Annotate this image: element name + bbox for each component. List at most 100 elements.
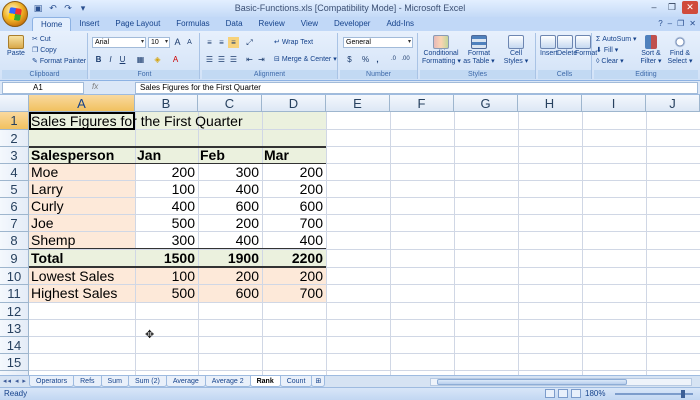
find-select-button[interactable]: Find & Select ▾ bbox=[667, 35, 693, 66]
shrink-font-button[interactable]: A bbox=[184, 37, 195, 48]
delete-cells-button[interactable]: Delete bbox=[557, 35, 577, 57]
name-box[interactable]: A1 bbox=[2, 82, 84, 94]
tab-formulas[interactable]: Formulas bbox=[168, 17, 217, 31]
cut-button[interactable]: ✂ Cut bbox=[32, 35, 51, 43]
column-header-h[interactable]: H bbox=[518, 95, 582, 112]
column-header-g[interactable]: G bbox=[454, 95, 518, 112]
formula-input[interactable]: Sales Figures for the First Quarter bbox=[135, 82, 698, 94]
align-bottom-icon[interactable]: ≡ bbox=[228, 37, 239, 48]
format-as-table-button[interactable]: Format as Table ▾ bbox=[462, 35, 496, 66]
font-color-icon[interactable]: A bbox=[170, 54, 181, 65]
sheet-tab-sum[interactable]: Sum bbox=[100, 376, 129, 387]
cell-value[interactable]: 100 bbox=[135, 181, 198, 198]
cell-name[interactable]: Joe bbox=[29, 215, 135, 232]
align-right-icon[interactable]: ☰ bbox=[228, 54, 239, 65]
merge-center-button[interactable]: ⊟ Merge & Center ▾ bbox=[274, 55, 337, 63]
tab-home[interactable]: Home bbox=[32, 17, 72, 31]
zoom-level[interactable]: 180% bbox=[585, 389, 605, 398]
worksheet-grid[interactable]: A B C D E F G H I J 1 2 3 4 5 6 7 8 9 10… bbox=[0, 95, 700, 375]
sheet-tab-rank[interactable]: Rank bbox=[249, 376, 281, 387]
column-header-j[interactable]: J bbox=[646, 95, 700, 112]
row-header-12[interactable]: 12 bbox=[0, 303, 29, 320]
copy-button[interactable]: ❐ Copy bbox=[32, 46, 57, 54]
zoom-slider[interactable] bbox=[615, 390, 693, 398]
increase-indent-icon[interactable]: ⇥ bbox=[256, 54, 267, 65]
bold-button[interactable]: B bbox=[93, 54, 104, 65]
percent-button[interactable]: % bbox=[360, 54, 371, 65]
cell-value[interactable]: 400 bbox=[198, 181, 262, 198]
sheet-tab-average[interactable]: Average bbox=[165, 376, 206, 387]
normal-view-icon[interactable] bbox=[545, 389, 555, 398]
header-mar[interactable]: Mar bbox=[262, 147, 326, 164]
cell-name[interactable]: Shemp bbox=[29, 232, 135, 249]
number-format-select[interactable]: General ▾ bbox=[343, 37, 413, 48]
row-header-15[interactable]: 15 bbox=[0, 354, 29, 371]
zoom-slider-handle[interactable] bbox=[681, 390, 685, 398]
paste-button[interactable]: Paste bbox=[5, 35, 27, 57]
cell-name[interactable]: Larry bbox=[29, 181, 135, 198]
column-header-b[interactable]: B bbox=[135, 95, 198, 112]
total-jan[interactable]: 1500 bbox=[135, 250, 198, 267]
decrease-decimal-icon[interactable]: .00 bbox=[400, 54, 411, 65]
highest-feb[interactable]: 600 bbox=[198, 285, 262, 302]
restore-icon[interactable]: ❐ bbox=[664, 1, 680, 14]
tab-view[interactable]: View bbox=[293, 17, 326, 31]
column-header-d[interactable]: D bbox=[262, 95, 326, 112]
row-header-6[interactable]: 6 bbox=[0, 198, 29, 215]
row-header-1[interactable]: 1 bbox=[0, 112, 29, 130]
row-header-4[interactable]: 4 bbox=[0, 164, 29, 181]
cell-value[interactable]: 500 bbox=[135, 215, 198, 232]
cell-value[interactable]: 600 bbox=[262, 198, 326, 215]
insert-sheet-icon[interactable]: ⊞ bbox=[311, 376, 326, 387]
autosum-button[interactable]: Σ AutoSum ▾ bbox=[596, 35, 637, 43]
cell-name[interactable]: Curly bbox=[29, 198, 135, 215]
increase-decimal-icon[interactable]: .0 bbox=[388, 54, 399, 65]
cell-value[interactable]: 400 bbox=[135, 198, 198, 215]
highest-mar[interactable]: 700 bbox=[262, 285, 326, 302]
sheet-tab-sum-2[interactable]: Sum (2) bbox=[127, 376, 167, 387]
select-all-corner[interactable] bbox=[0, 95, 29, 112]
tab-review[interactable]: Review bbox=[251, 17, 293, 31]
highest-sales-label[interactable]: Highest Sales bbox=[29, 285, 135, 302]
tab-add-ins[interactable]: Add-Ins bbox=[378, 17, 422, 31]
align-top-icon[interactable]: ≡ bbox=[204, 37, 215, 48]
sheet-tab-refs[interactable]: Refs bbox=[73, 376, 102, 387]
font-name-select[interactable]: Arial ▾ bbox=[92, 37, 146, 48]
row-header-2[interactable]: 2 bbox=[0, 130, 29, 147]
font-size-select[interactable]: 10 ▾ bbox=[148, 37, 170, 48]
cell-value[interactable]: 300 bbox=[198, 164, 262, 181]
currency-button[interactable]: $ bbox=[344, 54, 355, 65]
office-button[interactable] bbox=[2, 1, 28, 27]
row-header-5[interactable]: 5 bbox=[0, 181, 29, 198]
workbook-minimize-icon[interactable]: – bbox=[668, 19, 672, 28]
cell-value[interactable]: 700 bbox=[262, 215, 326, 232]
decrease-indent-icon[interactable]: ⇤ bbox=[244, 54, 255, 65]
total-label[interactable]: Total bbox=[29, 250, 135, 267]
minimize-icon[interactable]: – bbox=[646, 1, 662, 14]
clear-button[interactable]: ◊ Clear ▾ bbox=[596, 57, 624, 65]
format-cells-button[interactable]: Format bbox=[575, 35, 597, 57]
header-feb[interactable]: Feb bbox=[198, 147, 262, 164]
column-header-f[interactable]: F bbox=[390, 95, 454, 112]
scrollbar-thumb[interactable] bbox=[437, 379, 627, 385]
help-icon[interactable]: ? bbox=[658, 19, 662, 28]
row-header-3[interactable]: 3 bbox=[0, 147, 29, 164]
row-header-13[interactable]: 13 bbox=[0, 320, 29, 337]
row-header-9[interactable]: 9 bbox=[0, 250, 29, 268]
orientation-icon[interactable]: ⤢ bbox=[244, 37, 255, 48]
align-left-icon[interactable]: ☰ bbox=[204, 54, 215, 65]
column-header-i[interactable]: I bbox=[582, 95, 646, 112]
close-icon[interactable]: ✕ bbox=[682, 1, 698, 14]
format-painter-button[interactable]: ✎ Format Painter bbox=[32, 57, 86, 65]
lowest-mar[interactable]: 200 bbox=[262, 268, 326, 285]
cell-value[interactable]: 400 bbox=[262, 232, 326, 249]
header-salesperson[interactable]: Salesperson bbox=[29, 147, 135, 164]
cell-value[interactable]: 400 bbox=[198, 232, 262, 249]
total-feb[interactable]: 1900 bbox=[198, 250, 262, 267]
lowest-feb[interactable]: 200 bbox=[198, 268, 262, 285]
lowest-jan[interactable]: 100 bbox=[135, 268, 198, 285]
italic-button[interactable]: I bbox=[105, 54, 116, 65]
insert-function-icon[interactable]: fx bbox=[92, 82, 98, 91]
fill-color-icon[interactable]: ◈ bbox=[152, 54, 163, 65]
row-header-11[interactable]: 11 bbox=[0, 285, 29, 303]
